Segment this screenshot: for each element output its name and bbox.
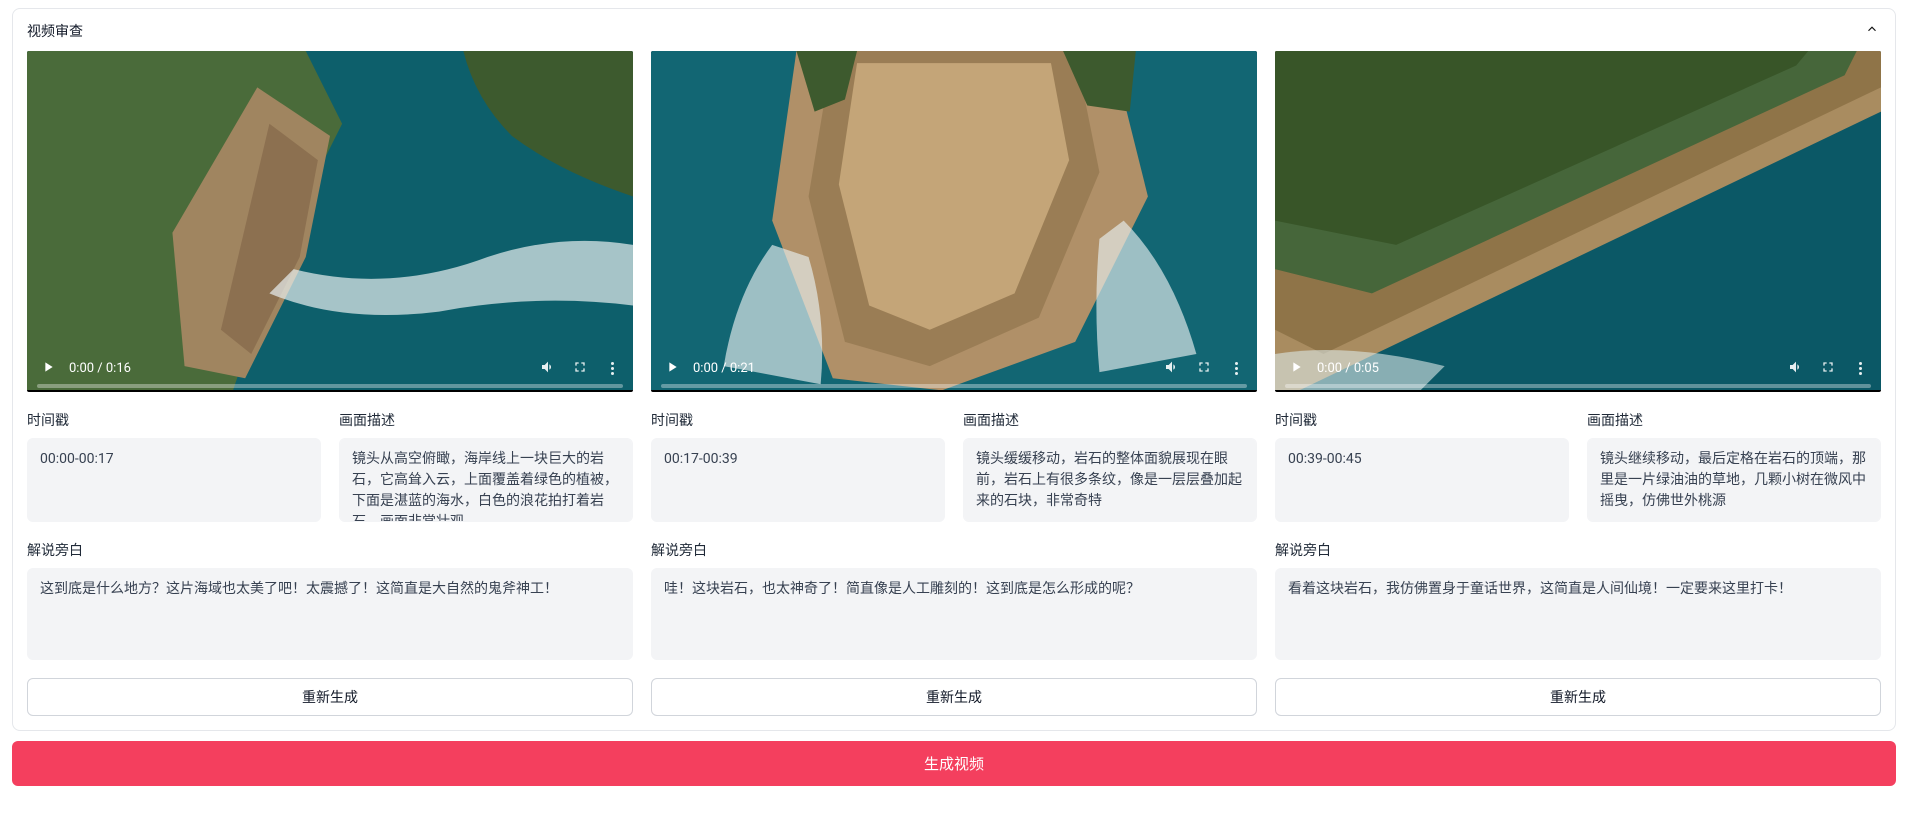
video-progress[interactable] [37, 384, 623, 388]
video-player[interactable]: 0:00 / 0:16 [27, 51, 633, 392]
fullscreen-icon [572, 359, 588, 379]
volume-icon [1164, 359, 1180, 379]
regenerate-button[interactable]: 重新生成 [651, 678, 1257, 716]
more-icon [1859, 362, 1862, 375]
volume-button[interactable] [537, 358, 559, 380]
more-button[interactable] [1225, 358, 1247, 380]
video-poster [1275, 51, 1881, 390]
generate-video-button[interactable]: 生成视频 [12, 741, 1896, 786]
fullscreen-icon [1196, 359, 1212, 379]
fullscreen-button[interactable] [1193, 358, 1215, 380]
play-icon [664, 359, 680, 379]
more-button[interactable] [1849, 358, 1871, 380]
fullscreen-button[interactable] [569, 358, 591, 380]
more-icon [611, 362, 614, 375]
scene-desc-input[interactable] [339, 438, 633, 522]
play-icon [40, 359, 56, 379]
video-time: 0:00 / 0:05 [1317, 361, 1379, 376]
collapse-toggle[interactable] [1863, 22, 1881, 40]
play-button[interactable] [661, 358, 683, 380]
play-icon [1288, 359, 1304, 379]
video-poster [651, 51, 1257, 390]
clip-cards: 0:00 / 0:16 时间戳 [27, 51, 1881, 716]
video-poster [27, 51, 633, 390]
volume-icon [540, 359, 556, 379]
scene-desc-label: 画面描述 [963, 410, 1257, 430]
clip-card: 0:00 / 0:21 时间戳 [651, 51, 1257, 716]
video-progress[interactable] [661, 384, 1247, 388]
clip-card: 0:00 / 0:16 时间戳 [27, 51, 633, 716]
regenerate-button[interactable]: 重新生成 [1275, 678, 1881, 716]
fullscreen-button[interactable] [1817, 358, 1839, 380]
video-progress[interactable] [1285, 384, 1871, 388]
volume-button[interactable] [1785, 358, 1807, 380]
narration-input[interactable] [27, 568, 633, 660]
narration-label: 解说旁白 [1275, 540, 1881, 560]
scene-desc-label: 画面描述 [339, 410, 633, 430]
timestamp-input[interactable] [27, 438, 321, 522]
video-time: 0:00 / 0:21 [693, 361, 755, 376]
narration-input[interactable] [651, 568, 1257, 660]
timestamp-label: 时间戳 [651, 410, 945, 430]
narration-input[interactable] [1275, 568, 1881, 660]
regenerate-button[interactable]: 重新生成 [27, 678, 633, 716]
volume-button[interactable] [1161, 358, 1183, 380]
chevron-up-icon [1865, 22, 1879, 40]
timestamp-input[interactable] [651, 438, 945, 522]
panel-header: 视频审查 [27, 21, 1881, 41]
play-button[interactable] [37, 358, 59, 380]
clip-card: 0:00 / 0:05 时间戳 [1275, 51, 1881, 716]
timestamp-input[interactable] [1275, 438, 1569, 522]
scene-desc-label: 画面描述 [1587, 410, 1881, 430]
volume-icon [1788, 359, 1804, 379]
fullscreen-icon [1820, 359, 1836, 379]
video-player[interactable]: 0:00 / 0:21 [651, 51, 1257, 392]
video-time: 0:00 / 0:16 [69, 361, 131, 376]
narration-label: 解说旁白 [27, 540, 633, 560]
more-button[interactable] [601, 358, 623, 380]
scene-desc-input[interactable] [963, 438, 1257, 522]
video-player[interactable]: 0:00 / 0:05 [1275, 51, 1881, 392]
play-button[interactable] [1285, 358, 1307, 380]
panel-title: 视频审查 [27, 21, 83, 41]
more-icon [1235, 362, 1238, 375]
timestamp-label: 时间戳 [27, 410, 321, 430]
timestamp-label: 时间戳 [1275, 410, 1569, 430]
video-review-panel: 视频审查 [12, 8, 1896, 731]
narration-label: 解说旁白 [651, 540, 1257, 560]
scene-desc-input[interactable] [1587, 438, 1881, 522]
